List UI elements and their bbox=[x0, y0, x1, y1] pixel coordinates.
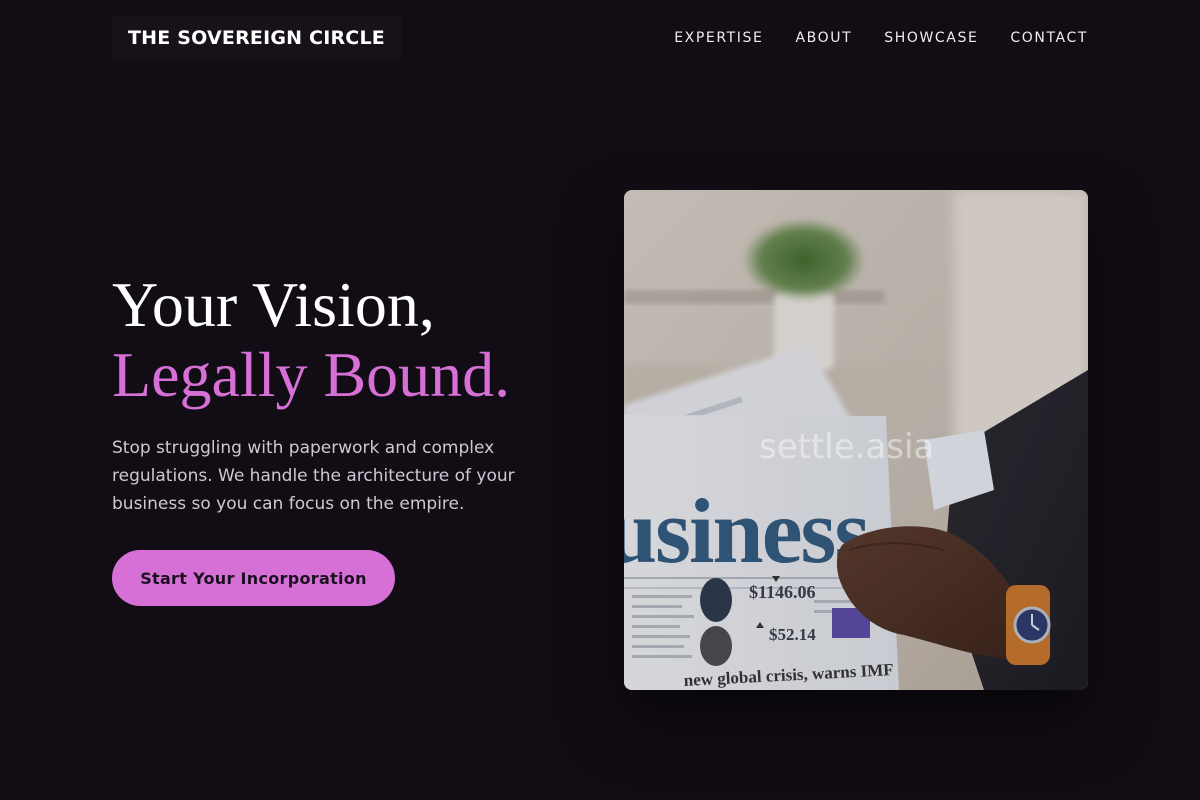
headline-line-1: Your Vision, bbox=[112, 269, 435, 340]
site-header: THE SOVEREIGN CIRCLE EXPERTISE ABOUT SHO… bbox=[112, 16, 1088, 60]
main-nav: EXPERTISE ABOUT SHOWCASE CONTACT bbox=[674, 30, 1088, 46]
hero-image: usiness $1146.06 $52.14 new global crisi… bbox=[624, 190, 1088, 690]
nav-link-showcase[interactable]: SHOWCASE bbox=[884, 30, 978, 46]
image-watermark: settle.asia bbox=[759, 427, 934, 467]
nav-link-expertise[interactable]: EXPERTISE bbox=[674, 30, 763, 46]
landing-page: THE SOVEREIGN CIRCLE EXPERTISE ABOUT SHO… bbox=[0, 0, 1200, 800]
newspaper-photo: usiness $1146.06 $52.14 new global crisi… bbox=[624, 190, 1088, 690]
hero-headline: Your Vision, Legally Bound. bbox=[112, 270, 582, 410]
brand-logo[interactable]: THE SOVEREIGN CIRCLE bbox=[112, 16, 401, 60]
nav-link-contact[interactable]: CONTACT bbox=[1010, 30, 1088, 46]
headline-line-2-accent: Legally Bound. bbox=[112, 339, 511, 410]
start-incorporation-button[interactable]: Start Your Incorporation bbox=[112, 550, 395, 606]
nav-link-about[interactable]: ABOUT bbox=[795, 30, 852, 46]
hero-section: Your Vision, Legally Bound. Stop struggl… bbox=[112, 270, 582, 606]
hero-subtext: Stop struggling with paperwork and compl… bbox=[112, 438, 515, 514]
